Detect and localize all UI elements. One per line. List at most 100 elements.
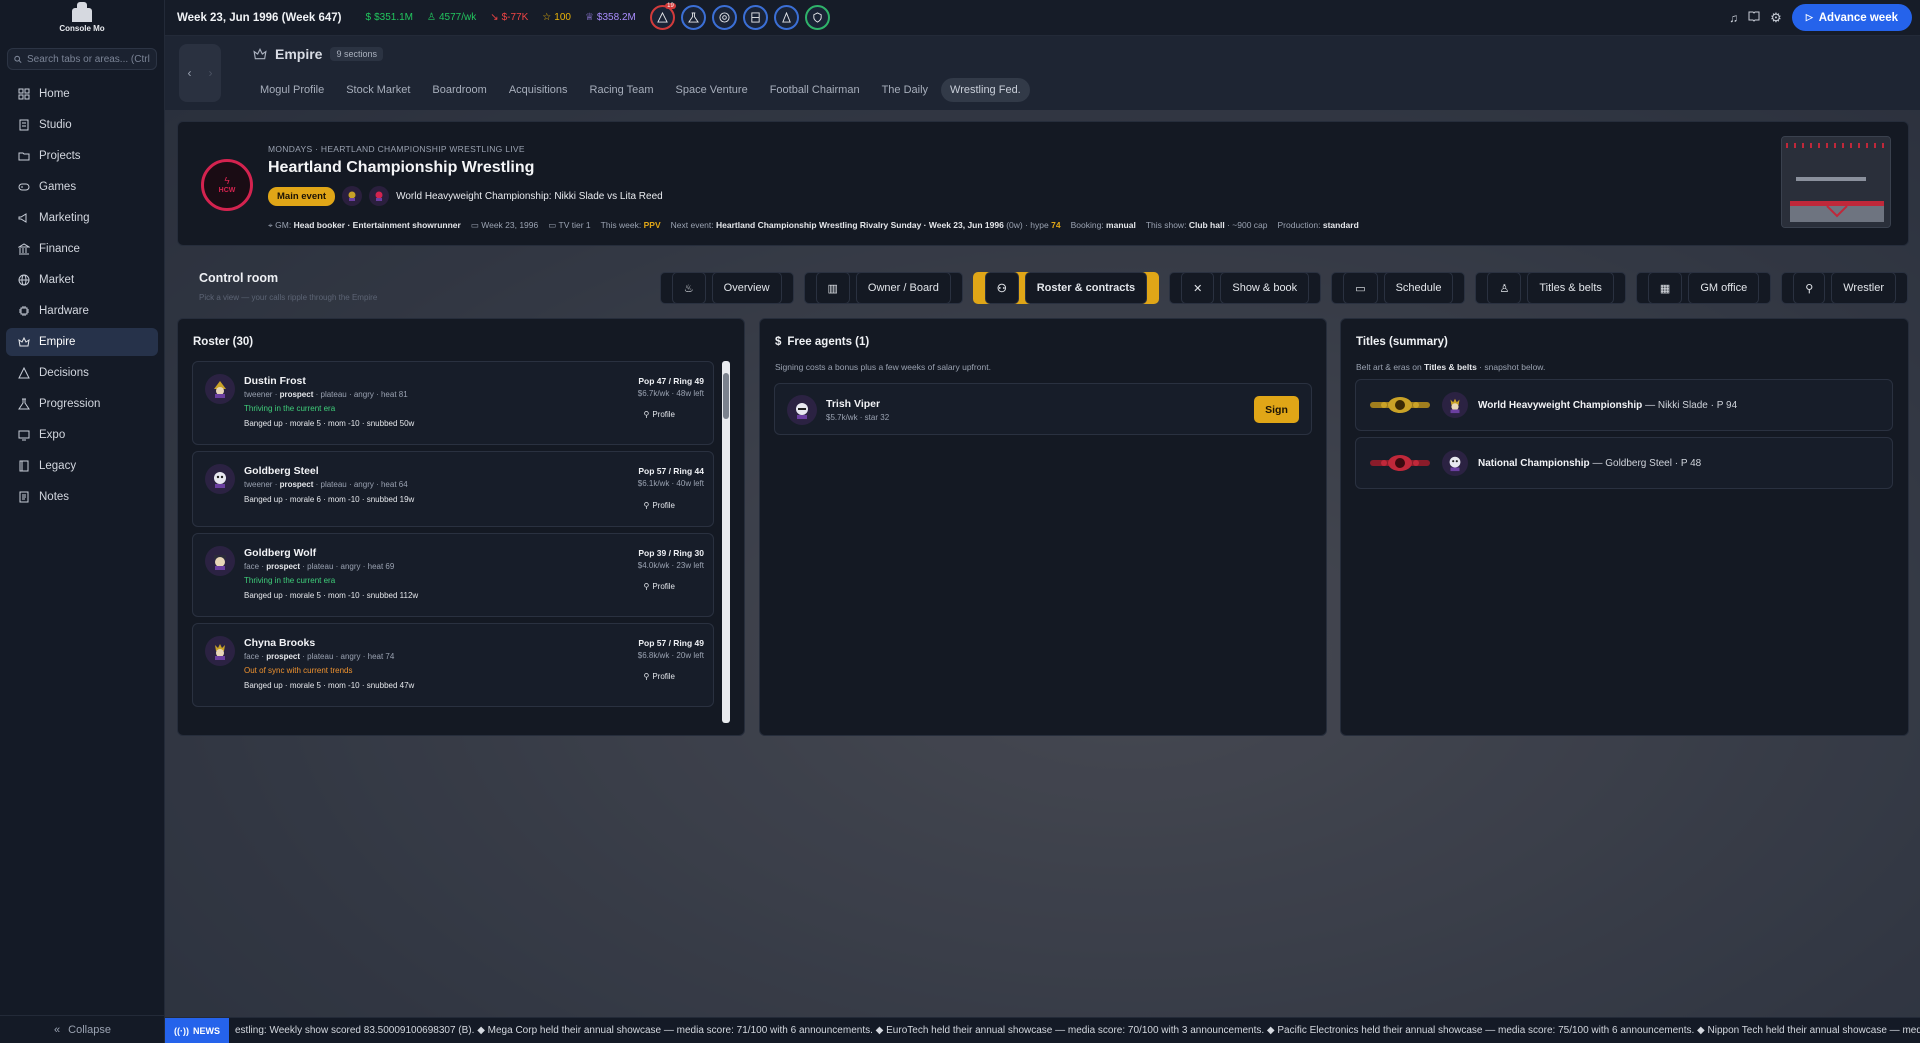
sidebar-item-games[interactable]: Games — [6, 173, 158, 201]
free-agent-terms: $5.7k/wk · star 32 — [826, 413, 890, 422]
profile-button[interactable]: ⚲ Profile — [643, 672, 675, 681]
music-icon[interactable]: ♫ — [1729, 11, 1738, 25]
tab-space-venture[interactable]: Space Venture — [667, 78, 757, 102]
trophy-icon: ♙ — [427, 12, 436, 23]
search-input[interactable]: Search tabs or areas... (Ctrl+K) — [27, 54, 150, 65]
user-icon: ⚲ — [1793, 272, 1826, 304]
tab-racing-team[interactable]: Racing Team — [581, 78, 663, 102]
roster-card[interactable]: Goldberg Steel tweener · prospect · plat… — [192, 451, 714, 527]
roster-card[interactable]: Chyna Brooks face · prospect · plateau ·… — [192, 623, 714, 707]
free-agent-name: Trish Viper — [826, 398, 881, 410]
sidebar-item-label: Studio — [39, 119, 72, 131]
title-summary: National Championship — Goldberg Steel ·… — [1478, 458, 1701, 469]
film-button[interactable] — [742, 5, 768, 30]
red-belt-icon — [1370, 453, 1430, 473]
income-value: 4577/wk — [438, 12, 477, 23]
tab-label: Overview — [711, 272, 782, 304]
alerts-button[interactable]: 19 — [649, 3, 676, 30]
sign-button[interactable]: Sign — [1254, 396, 1299, 423]
megaphone-icon — [18, 213, 27, 223]
tab-wrestling-fed[interactable]: Wrestling Fed. — [941, 78, 1030, 102]
arena-thumbnail — [1781, 136, 1891, 228]
sidebar-item-marketing[interactable]: Marketing — [6, 204, 158, 232]
wrestler-name: Chyna Brooks — [244, 637, 316, 649]
forward-arrow-icon[interactable]: › — [209, 66, 213, 80]
sidebar-item-market[interactable]: Market — [6, 266, 158, 294]
reputation-stat: ☆ 100 — [542, 12, 571, 23]
sidebar-item-studio[interactable]: Studio — [6, 111, 158, 139]
advance-week-button[interactable]: ▷ Advance week — [1791, 4, 1912, 31]
crown-icon: ♕ — [584, 12, 594, 23]
wrestler-traits: face · prospect · plateau · angry · heat… — [244, 652, 395, 661]
titles-title: Titles (summary) — [1356, 336, 1448, 348]
roster-scrollbar[interactable] — [722, 361, 730, 723]
user-icon: ⚲ — [643, 410, 650, 419]
tab-schedule[interactable]: ▭ Schedule — [1331, 272, 1466, 304]
sidebar-item-notes[interactable]: Notes — [6, 483, 158, 511]
book-open-icon[interactable] — [1748, 9, 1760, 27]
target-button[interactable] — [711, 5, 737, 30]
tab-boardroom[interactable]: Boardroom — [423, 78, 495, 102]
users-icon: ⚇ — [984, 272, 1019, 304]
profile-button[interactable]: ⚲ Profile — [643, 501, 675, 510]
app-logo[interactable]: Console Mo — [0, 0, 164, 40]
sidebar-item-home[interactable]: Home — [6, 80, 158, 108]
title-card[interactable]: World Heavyweight Championship — Nikki S… — [1355, 379, 1893, 431]
tab-roster-contracts[interactable]: ⚇ Roster & contracts — [972, 272, 1160, 304]
roster-card[interactable]: Goldberg Wolf face · prospect · plateau … — [192, 533, 714, 617]
scrollbar-thumb[interactable] — [723, 373, 729, 419]
roster-card[interactable]: Dustin Frost tweener · prospect · platea… — [192, 361, 714, 445]
tab-the-daily[interactable]: The Daily — [873, 78, 937, 102]
sidebar-item-label: Home — [39, 88, 70, 100]
star-icon: ☆ — [542, 12, 552, 23]
tab-mogul-profile[interactable]: Mogul Profile — [251, 78, 333, 102]
tab-show-book[interactable]: ✕ Show & book — [1169, 272, 1322, 304]
sidebar-item-projects[interactable]: Projects — [6, 142, 158, 170]
hype-value: 74 — [1051, 220, 1061, 230]
control-room-subtitle: Pick a view — your calls ripple through … — [199, 293, 378, 302]
news-tag[interactable]: ((·)) NEWS — [165, 1018, 229, 1043]
warning-icon — [657, 12, 668, 23]
sidebar-item-expo[interactable]: Expo — [6, 421, 158, 449]
profile-label: Profile — [652, 501, 675, 510]
cash-stat: $ $351.1M — [366, 12, 413, 23]
tab-overview[interactable]: ♨ Overview — [659, 272, 794, 304]
reputation-value: 100 — [554, 12, 571, 23]
shield-button[interactable] — [804, 5, 830, 30]
pop-ring: Pop 47 / Ring 49 — [638, 376, 704, 386]
search-box[interactable]: Search tabs or areas... (Ctrl+K) — [7, 48, 157, 70]
titles-desc-link[interactable]: Titles & belts — [1424, 362, 1477, 372]
booking-label: Booking: — [1070, 220, 1104, 230]
sidebar-item-progression[interactable]: Progression — [6, 390, 158, 418]
roster-list[interactable]: Dustin Frost tweener · prospect · platea… — [192, 361, 714, 723]
back-arrow-icon[interactable]: ‹ — [188, 66, 192, 80]
tab-owner-board[interactable]: ▥ Owner / Board — [803, 272, 963, 304]
tab-wrestler[interactable]: ⚲ Wrestler — [1781, 272, 1908, 304]
profile-button[interactable]: ⚲ Profile — [643, 410, 675, 419]
settings-gear-icon[interactable]: ⚙ — [1770, 10, 1782, 26]
tab-football-chairman[interactable]: Football Chairman — [761, 78, 869, 102]
research-button[interactable] — [680, 5, 706, 30]
era-trend: Out of sync with current trends — [244, 666, 353, 675]
warning-icon — [18, 367, 30, 379]
venue-cap: · ~900 cap — [1227, 220, 1268, 230]
sidebar-item-empire[interactable]: Empire — [6, 328, 158, 356]
sidebar-item-legacy[interactable]: Legacy — [6, 452, 158, 480]
sidebar-item-label: Empire — [39, 336, 76, 348]
flask-icon — [687, 12, 699, 23]
collapse-button[interactable]: « Collapse — [0, 1015, 165, 1043]
tab-acquisitions[interactable]: Acquisitions — [500, 78, 577, 102]
tab-gm-office[interactable]: ▦ GM office — [1635, 272, 1772, 304]
profile-button[interactable]: ⚲ Profile — [643, 582, 675, 591]
tab-stock-market[interactable]: Stock Market — [337, 78, 419, 102]
sidebar-item-label: Marketing — [39, 212, 90, 224]
calendar-icon: ▭ — [470, 220, 479, 230]
sidebar-item-decisions[interactable]: Decisions — [6, 359, 158, 387]
tier: prospect — [266, 562, 301, 571]
sidebar-item-hardware[interactable]: Hardware — [6, 297, 158, 325]
title-card[interactable]: National Championship — Goldberg Steel ·… — [1355, 437, 1893, 489]
building-icon — [19, 119, 29, 131]
tab-titles-belts[interactable]: ♙ Titles & belts — [1475, 272, 1626, 304]
sidebar-item-finance[interactable]: Finance — [6, 235, 158, 263]
launch-button[interactable] — [773, 5, 799, 30]
